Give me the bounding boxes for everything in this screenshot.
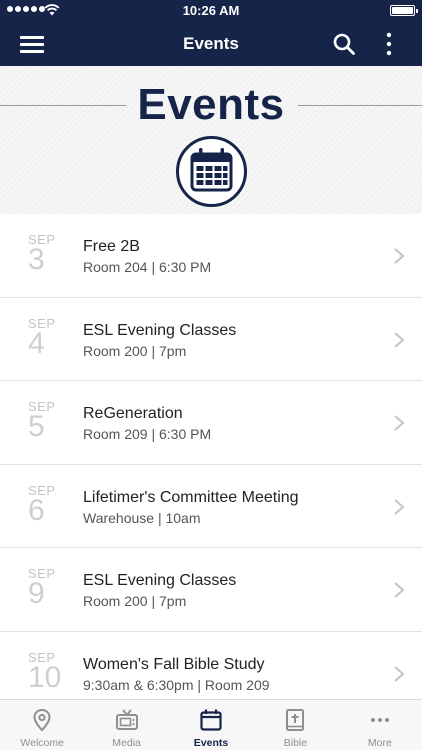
more-dots-icon bbox=[370, 718, 389, 722]
tab-label: Bible bbox=[283, 737, 308, 749]
event-row[interactable]: SEP 4 ESL Evening Classes Room 200 | 7pm bbox=[0, 297, 422, 381]
event-details: 9:30am & 6:30pm | Room 209 bbox=[83, 676, 270, 693]
event-title: ESL Evening Classes bbox=[83, 321, 237, 339]
event-row[interactable]: SEP 9 ESL Evening Classes Room 200 | 7pm bbox=[0, 548, 422, 632]
event-details: Warehouse | 10am bbox=[83, 509, 201, 526]
tab-bar: Welcome Media Events Bible More bbox=[0, 699, 422, 750]
status-time: 10:26 AM bbox=[182, 3, 240, 18]
hamburger-icon[interactable] bbox=[20, 35, 44, 53]
search-icon[interactable] bbox=[332, 32, 356, 56]
tab-more[interactable]: More bbox=[338, 700, 422, 750]
page-title: Events bbox=[137, 80, 285, 129]
chevron-right-icon bbox=[394, 248, 405, 264]
calendar-icon bbox=[176, 136, 247, 207]
chevron-right-icon bbox=[394, 331, 405, 348]
calendar-icon bbox=[200, 709, 222, 731]
event-title: Free 2B bbox=[83, 238, 140, 255]
tab-label: Welcome bbox=[20, 737, 64, 749]
chevron-right-icon bbox=[394, 498, 405, 515]
chevron-right-icon bbox=[394, 665, 405, 682]
battery-icon bbox=[390, 5, 418, 16]
tab-welcome[interactable]: Welcome bbox=[0, 700, 84, 750]
event-title: ESL Evening Classes bbox=[83, 572, 237, 589]
tab-events[interactable]: Events bbox=[169, 700, 253, 750]
event-day: 3 bbox=[28, 243, 45, 276]
tab-media[interactable]: Media bbox=[84, 700, 168, 750]
vertical-ellipsis-icon[interactable] bbox=[382, 32, 396, 56]
nav-title: Events bbox=[183, 34, 239, 53]
event-day: 5 bbox=[28, 410, 45, 443]
event-row[interactable]: SEP 3 Free 2B Room 204 | 6:30 PM bbox=[0, 214, 422, 298]
chevron-right-icon bbox=[394, 415, 405, 431]
event-day: 6 bbox=[28, 493, 45, 527]
chevron-right-icon bbox=[394, 582, 405, 598]
tab-label: Media bbox=[112, 737, 141, 749]
event-day: 10 bbox=[28, 660, 62, 694]
tv-icon bbox=[115, 709, 138, 730]
nav-bar: Events bbox=[0, 22, 422, 66]
event-details: Room 204 | 6:30 PM bbox=[83, 259, 212, 275]
event-row[interactable]: SEP 5 ReGeneration Room 209 | 6:30 PM bbox=[0, 381, 422, 465]
tab-bible[interactable]: Bible bbox=[253, 700, 337, 750]
tab-label: Events bbox=[193, 737, 229, 749]
location-pin-icon bbox=[33, 708, 51, 732]
event-title: Lifetimer's Committee Meeting bbox=[83, 488, 299, 506]
event-details: Room 200 | 7pm bbox=[83, 342, 187, 359]
event-day: 9 bbox=[28, 577, 45, 610]
event-details: Room 209 | 6:30 PM bbox=[83, 426, 212, 442]
event-details: Room 200 | 7pm bbox=[83, 593, 187, 609]
page-header: Events bbox=[0, 66, 422, 214]
event-list: SEP 3 Free 2B Room 204 | 6:30 PM SEP 4 E… bbox=[0, 214, 422, 715]
tab-label: More bbox=[367, 737, 392, 749]
event-day: 4 bbox=[28, 326, 45, 360]
status-bar: 10:26 AM bbox=[0, 0, 422, 22]
bible-icon bbox=[286, 709, 305, 731]
event-title: ReGeneration bbox=[83, 405, 183, 422]
event-title: Women's Fall Bible Study bbox=[83, 655, 265, 673]
event-row[interactable]: SEP 6 Lifetimer's Committee Meeting Ware… bbox=[0, 464, 422, 548]
